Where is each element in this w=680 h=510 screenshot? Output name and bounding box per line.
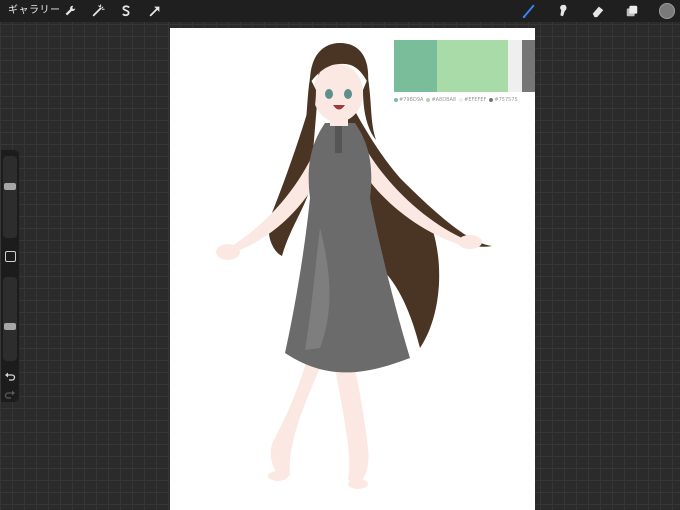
brush-size-slider[interactable] — [3, 156, 17, 238]
brush-icon[interactable] — [520, 2, 538, 20]
wrench-icon[interactable] — [61, 2, 79, 20]
hex-label: #79BD9A — [399, 97, 424, 103]
hex-dot — [426, 98, 431, 102]
gallery-button[interactable]: ギャラリー — [8, 4, 61, 18]
selection-icon[interactable] — [117, 2, 135, 20]
hex-dot — [459, 98, 464, 102]
layers-icon[interactable] — [623, 2, 641, 20]
opacity-handle[interactable] — [4, 323, 16, 330]
brush-size-handle[interactable] — [4, 183, 16, 190]
swatch-green — [394, 40, 437, 92]
palette-hex-labels: #79BD9A #A8DBA8 #EFEFEF #757575 — [394, 97, 535, 103]
redo-icon[interactable] — [4, 386, 16, 399]
left-sidebar — [1, 150, 19, 402]
top-toolbar: ギャラリー — [0, 0, 680, 22]
swatch-off-white — [508, 40, 522, 92]
drawing-canvas[interactable]: #79BD9A #A8DBA8 #EFEFEF #757575 — [170, 28, 535, 510]
hex-label: #EFEFEF — [464, 97, 487, 103]
hex-label: #757575 — [494, 97, 518, 103]
opacity-slider[interactable] — [3, 277, 17, 361]
swatch-gray — [522, 40, 535, 92]
hex-dot — [489, 98, 494, 102]
color-picker-button[interactable] — [659, 3, 675, 19]
eraser-icon[interactable] — [589, 2, 607, 20]
undo-icon[interactable] — [4, 368, 16, 381]
modify-square-icon[interactable] — [5, 251, 16, 262]
smudge-icon[interactable] — [554, 2, 572, 20]
transform-arrow-icon[interactable] — [146, 2, 164, 20]
hex-dot — [394, 98, 398, 102]
swatch-light-green — [437, 40, 508, 92]
magic-wand-icon[interactable] — [89, 2, 107, 20]
hex-label: #A8DBA8 — [431, 97, 457, 103]
color-palette — [394, 40, 535, 92]
